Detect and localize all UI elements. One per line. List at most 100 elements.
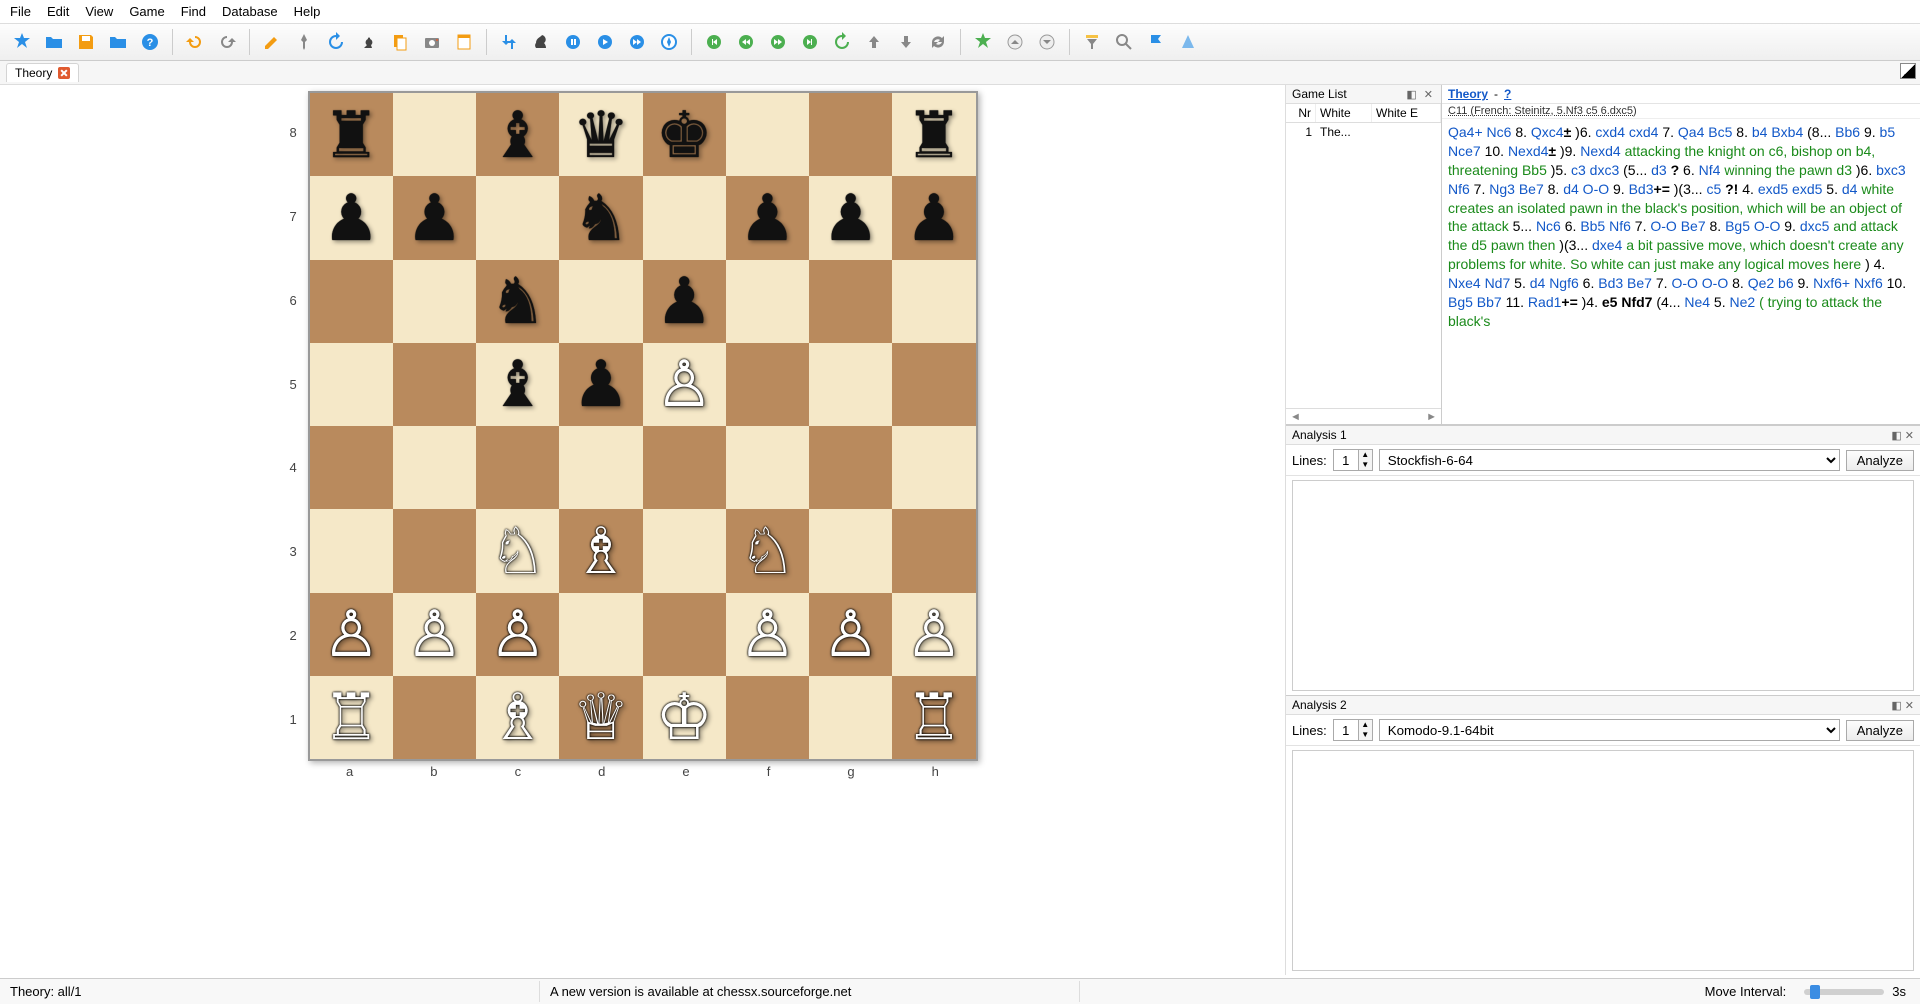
square-a5[interactable] xyxy=(310,343,393,426)
save-icon[interactable] xyxy=(72,28,100,56)
square-e4[interactable] xyxy=(643,426,726,509)
chevron-down-circle-icon[interactable] xyxy=(1033,28,1061,56)
piece-p[interactable]: ♟ xyxy=(739,186,796,250)
lines-stepper[interactable]: ▲▼ xyxy=(1333,449,1373,471)
close-icon[interactable] xyxy=(58,67,70,79)
square-d3[interactable]: ♗ xyxy=(559,509,642,592)
square-f7[interactable]: ♟ xyxy=(726,176,809,259)
cone-icon[interactable] xyxy=(1174,28,1202,56)
panel-controls[interactable]: ◧ ✕ xyxy=(1891,699,1914,712)
square-b2[interactable]: ♙ xyxy=(393,593,476,676)
square-g2[interactable]: ♙ xyxy=(809,593,892,676)
first-move-icon[interactable] xyxy=(700,28,728,56)
square-c8[interactable]: ♝ xyxy=(476,93,559,176)
square-d7[interactable]: ♞ xyxy=(559,176,642,259)
flag-icon[interactable] xyxy=(1142,28,1170,56)
square-c3[interactable]: ♘ xyxy=(476,509,559,592)
piece-B[interactable]: ♗ xyxy=(489,685,546,749)
square-d2[interactable] xyxy=(559,593,642,676)
camera-icon[interactable] xyxy=(418,28,446,56)
redo-icon[interactable] xyxy=(213,28,241,56)
spin-down-icon[interactable]: ▼ xyxy=(1358,460,1372,470)
table-row[interactable]: 1 The... xyxy=(1286,123,1441,141)
theory-link[interactable]: Theory xyxy=(1448,87,1488,101)
square-c1[interactable]: ♗ xyxy=(476,676,559,759)
square-d1[interactable]: ♕ xyxy=(559,676,642,759)
piece-K[interactable]: ♔ xyxy=(655,685,712,749)
piece-p[interactable]: ♟ xyxy=(822,186,879,250)
spin-up-icon[interactable]: ▲ xyxy=(1358,450,1372,460)
lines-input[interactable] xyxy=(1334,723,1358,738)
piece-b[interactable]: ♝ xyxy=(489,103,546,167)
folder-icon[interactable] xyxy=(104,28,132,56)
menu-help[interactable]: Help xyxy=(294,4,321,19)
square-f4[interactable] xyxy=(726,426,809,509)
spin-up-icon[interactable]: ▲ xyxy=(1358,720,1372,730)
square-h1[interactable]: ♖ xyxy=(892,676,975,759)
square-h2[interactable]: ♙ xyxy=(892,593,975,676)
new-badge2-icon[interactable] xyxy=(969,28,997,56)
gl-scrollbar[interactable]: ◄► xyxy=(1286,408,1441,424)
square-e3[interactable] xyxy=(643,509,726,592)
square-a2[interactable]: ♙ xyxy=(310,593,393,676)
piece-p[interactable]: ♟ xyxy=(322,186,379,250)
last-move-icon[interactable] xyxy=(796,28,824,56)
engine-circle-icon[interactable] xyxy=(559,28,587,56)
square-f6[interactable] xyxy=(726,260,809,343)
piece-P[interactable]: ♙ xyxy=(905,602,962,666)
piece-p[interactable]: ♟ xyxy=(905,186,962,250)
square-a7[interactable]: ♟ xyxy=(310,176,393,259)
square-a6[interactable] xyxy=(310,260,393,343)
piece-Q[interactable]: ♕ xyxy=(572,685,629,749)
piece-N[interactable]: ♘ xyxy=(739,519,796,583)
analyze-button-1[interactable]: Analyze xyxy=(1846,450,1914,471)
square-c5[interactable]: ♝ xyxy=(476,343,559,426)
square-e1[interactable]: ♔ xyxy=(643,676,726,759)
piece-N[interactable]: ♘ xyxy=(489,519,546,583)
square-g3[interactable] xyxy=(809,509,892,592)
move-interval-slider[interactable] xyxy=(1804,989,1884,995)
square-d6[interactable] xyxy=(559,260,642,343)
piece-P[interactable]: ♙ xyxy=(739,602,796,666)
square-e2[interactable] xyxy=(643,593,726,676)
move-notation[interactable]: Qa4+ Nc6 8. Qxc4± )6. cxd4 cxd4 7. Qa4 B… xyxy=(1442,119,1920,424)
square-e8[interactable]: ♚ xyxy=(643,93,726,176)
prev-moves-icon[interactable] xyxy=(732,28,760,56)
reload-moves-icon[interactable] xyxy=(828,28,856,56)
square-h6[interactable] xyxy=(892,260,975,343)
square-f8[interactable] xyxy=(726,93,809,176)
square-b7[interactable]: ♟ xyxy=(393,176,476,259)
square-e6[interactable]: ♟ xyxy=(643,260,726,343)
spin-down-icon[interactable]: ▼ xyxy=(1358,730,1372,740)
menu-database[interactable]: Database xyxy=(222,4,278,19)
search-icon[interactable] xyxy=(1110,28,1138,56)
square-g1[interactable] xyxy=(809,676,892,759)
piece-R[interactable]: ♖ xyxy=(322,685,379,749)
refresh-icon[interactable] xyxy=(322,28,350,56)
square-g7[interactable]: ♟ xyxy=(809,176,892,259)
lines-stepper[interactable]: ▲▼ xyxy=(1333,719,1373,741)
square-h7[interactable]: ♟ xyxy=(892,176,975,259)
panel-controls[interactable]: ◧ ✕ xyxy=(1406,88,1435,101)
square-g8[interactable] xyxy=(809,93,892,176)
new-badge-icon[interactable] xyxy=(8,28,36,56)
piece-p[interactable]: ♟ xyxy=(655,269,712,333)
piece-P[interactable]: ♙ xyxy=(822,602,879,666)
pin-icon[interactable] xyxy=(290,28,318,56)
arrow-down-icon[interactable] xyxy=(892,28,920,56)
help-icon[interactable]: ? xyxy=(136,28,164,56)
piece-P[interactable]: ♙ xyxy=(655,352,712,416)
piece-P[interactable]: ♙ xyxy=(322,602,379,666)
next-moves-icon[interactable] xyxy=(764,28,792,56)
board-colors-icon[interactable] xyxy=(1900,63,1916,79)
square-c4[interactable] xyxy=(476,426,559,509)
analyze-button-2[interactable]: Analyze xyxy=(1846,720,1914,741)
chevron-up-circle-icon[interactable] xyxy=(1001,28,1029,56)
square-a4[interactable] xyxy=(310,426,393,509)
square-b6[interactable] xyxy=(393,260,476,343)
cycle-icon[interactable] xyxy=(924,28,952,56)
square-g5[interactable] xyxy=(809,343,892,426)
edit-pencil-icon[interactable] xyxy=(258,28,286,56)
square-h3[interactable] xyxy=(892,509,975,592)
piece-B[interactable]: ♗ xyxy=(572,519,629,583)
